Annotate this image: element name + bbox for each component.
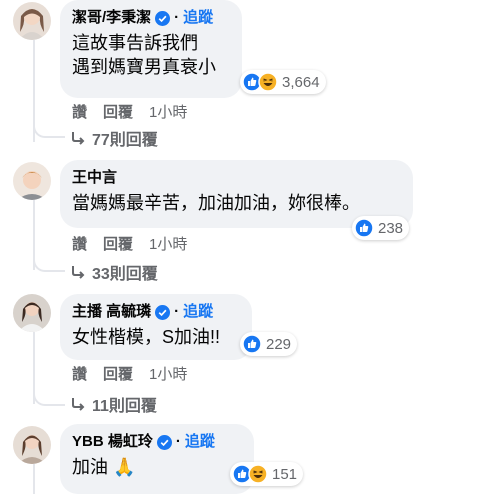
comment-text-line: 女性楷模，S加油!! — [72, 327, 221, 347]
reaction-summary[interactable]: 3,664 — [240, 70, 326, 94]
comment-actions: 讚 回覆 1小時 — [72, 363, 203, 384]
view-replies-link[interactable]: 77則回覆 — [70, 126, 158, 150]
like-action-link[interactable]: 讚 — [72, 363, 87, 384]
reaction-summary[interactable]: 151 — [230, 462, 304, 486]
comment-text-line: 加油 🙏 — [72, 457, 136, 477]
comment-bubble: 主播 高毓璘 · 追蹤 女性楷模，S加油!! — [60, 294, 252, 360]
comment-timestamp[interactable]: 1小時 — [149, 101, 187, 122]
avatar[interactable] — [13, 162, 51, 200]
follow-button[interactable]: 追蹤 — [183, 9, 213, 27]
like-icon — [242, 334, 262, 354]
comment-bubble: YBB 楊虹玲 · 追蹤 加油 🙏 — [60, 424, 254, 494]
like-icon — [354, 218, 374, 238]
reply-action-link[interactable]: 回覆 — [103, 101, 133, 122]
reaction-count: 229 — [266, 335, 292, 353]
comment-timestamp[interactable]: 1小時 — [149, 363, 187, 384]
follow-button[interactable]: 追蹤 — [185, 433, 215, 451]
thread-branch — [33, 388, 65, 406]
view-replies-link[interactable]: 33則回覆 — [70, 260, 158, 284]
comment-text-line: 這故事告訴我們 — [72, 33, 198, 53]
separator-dot: · — [174, 9, 180, 26]
reaction-summary[interactable]: 229 — [240, 332, 298, 356]
verified-badge-icon — [156, 434, 172, 450]
follow-button[interactable]: 追蹤 — [183, 303, 213, 321]
thread-branch — [33, 120, 65, 138]
separator-dot: · — [174, 303, 180, 320]
view-replies-link[interactable]: 11則回覆 — [70, 392, 157, 416]
reply-action-link[interactable]: 回覆 — [103, 363, 133, 384]
reaction-summary[interactable]: 238 — [352, 216, 410, 240]
reaction-count: 3,664 — [282, 73, 320, 91]
thread-branch — [33, 254, 65, 272]
thread-line — [33, 464, 35, 494]
comment-text-line: 遇到媽寶男真衰小 — [72, 57, 216, 77]
commenter-name[interactable]: YBB 楊虹玲 — [72, 433, 153, 451]
replies-count-label: 11則回覆 — [92, 398, 157, 415]
reaction-count: 151 — [272, 465, 298, 483]
replies-count-label: 77則回覆 — [92, 132, 158, 149]
verified-badge-icon — [155, 304, 171, 320]
haha-icon — [258, 72, 278, 92]
reply-arrow-icon — [72, 398, 85, 411]
separator-dot: · — [175, 433, 181, 450]
haha-icon — [248, 464, 268, 484]
like-action-link[interactable]: 讚 — [72, 233, 87, 254]
reply-arrow-icon — [72, 266, 85, 279]
verified-badge-icon — [155, 10, 171, 26]
comment-text-line: 當媽媽最辛苦，加油加油，妳很棒。 — [72, 193, 360, 213]
avatar[interactable] — [13, 294, 51, 332]
avatar[interactable] — [13, 2, 51, 40]
comment-actions: 讚 回覆 1小時 — [72, 233, 203, 254]
comment-bubble: 潔哥/李秉潔 · 追蹤 這故事告訴我們 遇到媽寶男真衰小 — [60, 0, 242, 98]
like-action-link[interactable]: 讚 — [72, 101, 87, 122]
reply-action-link[interactable]: 回覆 — [103, 233, 133, 254]
commenter-name[interactable]: 潔哥/李秉潔 — [72, 9, 151, 27]
reaction-count: 238 — [378, 219, 404, 237]
comment-actions: 讚 回覆 1小時 — [72, 101, 203, 122]
avatar[interactable] — [13, 426, 51, 464]
replies-count-label: 33則回覆 — [92, 266, 158, 283]
comment-timestamp[interactable]: 1小時 — [149, 233, 187, 254]
reply-arrow-icon — [72, 132, 85, 145]
commenter-name[interactable]: 主播 高毓璘 — [72, 303, 151, 321]
commenter-name[interactable]: 王中言 — [72, 169, 117, 187]
